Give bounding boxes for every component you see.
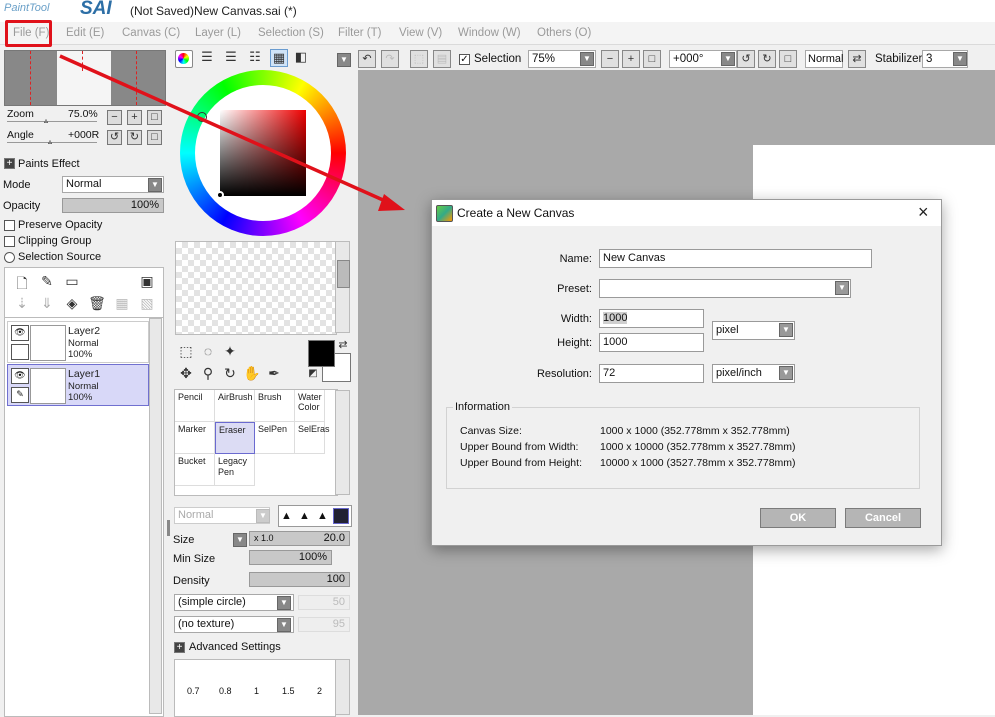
width-value: 1000: [603, 312, 628, 324]
height-value: 1000: [603, 336, 628, 348]
ok-button[interactable]: OK: [760, 508, 836, 528]
resolution-input[interactable]: 72: [599, 364, 704, 383]
canvas-name-value: New Canvas: [603, 252, 666, 264]
info-label: Upper Bound from Height:: [460, 457, 582, 469]
chevron-down-icon[interactable]: ▼: [779, 323, 793, 337]
new-canvas-dialog: Create a New Canvas × Name: New Canvas P…: [431, 199, 942, 546]
info-label: Canvas Size:: [460, 425, 522, 437]
size-unit-value: pixel: [716, 324, 739, 336]
chevron-down-icon[interactable]: ▼: [835, 281, 849, 295]
dialog-title-bar: Create a New Canvas ×: [432, 200, 941, 226]
resolution-unit-value: pixel/inch: [716, 367, 762, 379]
width-label: Width:: [560, 313, 592, 325]
preset-select[interactable]: [599, 279, 851, 298]
canvas-name-input[interactable]: New Canvas: [599, 249, 872, 268]
information-group: Information Canvas Size: 1000 x 1000 (35…: [446, 401, 920, 489]
info-value: 1000 x 10000 (352.778mm x 3527.78mm): [600, 441, 796, 453]
resolution-value: 72: [603, 367, 616, 379]
height-input[interactable]: 1000: [599, 333, 704, 352]
app-icon: [436, 205, 453, 222]
preset-label: Preset:: [557, 283, 592, 295]
height-label: Height:: [557, 337, 592, 349]
info-value: 1000 x 1000 (352.778mm x 352.778mm): [600, 425, 790, 437]
info-value: 10000 x 1000 (3527.78mm x 352.778mm): [600, 457, 796, 469]
info-label: Upper Bound from Width:: [460, 441, 579, 453]
width-input[interactable]: 1000: [599, 309, 704, 328]
chevron-down-icon[interactable]: ▼: [779, 366, 793, 380]
name-label: Name:: [559, 253, 592, 265]
resolution-label: Resolution:: [536, 368, 592, 380]
close-icon[interactable]: ×: [918, 202, 929, 223]
information-title: Information: [453, 401, 513, 413]
cancel-button[interactable]: Cancel: [845, 508, 921, 528]
dialog-title: Create a New Canvas: [457, 206, 575, 220]
